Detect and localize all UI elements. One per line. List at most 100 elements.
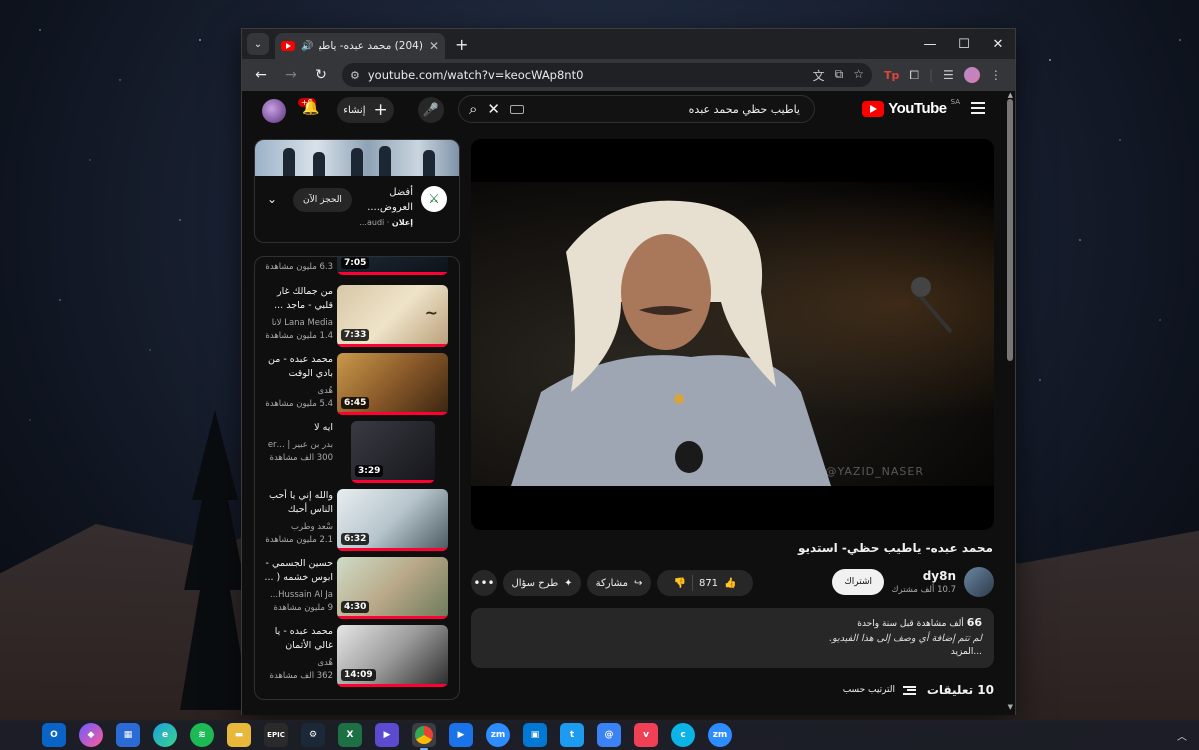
bookmark-star-icon[interactable]: ☆: [853, 67, 864, 84]
twitter-icon[interactable]: t: [560, 723, 584, 747]
rec-item[interactable]: ~ 7:33 من جمالك غار قلبي - ماجد ... Lana…: [255, 285, 459, 349]
more-actions-button[interactable]: •••: [471, 570, 497, 596]
app2-icon[interactable]: ▣: [523, 723, 547, 747]
scroll-down-arrow-icon[interactable]: ▼: [1008, 703, 1013, 711]
search-icon[interactable]: ⌕: [469, 100, 477, 118]
notifications-bell-icon[interactable]: 🔔: [302, 100, 319, 116]
close-window-button[interactable]: ✕: [981, 29, 1015, 59]
app4-icon[interactable]: c: [671, 723, 695, 747]
rec-item[interactable]: 4:30 حسين الجسمي - ابوس خشمه ( ... Hussa…: [255, 557, 459, 621]
page-scrollbar[interactable]: [1007, 99, 1013, 361]
share-button[interactable]: مشاركة ↪: [587, 570, 651, 596]
like-icon[interactable]: 👍: [724, 578, 736, 589]
tray-chevron-up-icon[interactable]: ︿: [1177, 728, 1187, 743]
scroll-up-arrow-icon[interactable]: ▲: [1008, 91, 1013, 99]
extensions-puzzle-icon[interactable]: ⧠: [909, 68, 919, 83]
channel-name[interactable]: dy8n: [923, 569, 956, 583]
recommendations-list: 7:05 6.3 مليون مشاهدة ~ 7:33 من جمالك غا…: [254, 256, 460, 700]
zoom2-icon[interactable]: zm: [708, 723, 732, 747]
channel-avatar[interactable]: [964, 567, 994, 597]
youtube-logo[interactable]: YouTube SA: [862, 98, 960, 117]
extension-tp-icon[interactable]: Tp: [884, 69, 899, 82]
dislike-icon[interactable]: 👎: [674, 578, 686, 589]
rec-thumbnail[interactable]: 6:45: [337, 353, 448, 415]
rec-channel: Lana Media لانا: [271, 318, 333, 328]
ad-card[interactable]: ⚔ أفضل العروض.... إعلان · audi... الحجز …: [254, 139, 460, 243]
epic-icon[interactable]: EPIC: [264, 723, 288, 747]
rec-thumbnail[interactable]: 6:32: [337, 489, 448, 551]
rec-item[interactable]: 7:05 6.3 مليون مشاهدة: [255, 257, 459, 277]
rec-views: 1.4 مليون مشاهدة: [265, 331, 333, 341]
maximize-button[interactable]: ☐: [947, 29, 981, 59]
chrome-icon[interactable]: [412, 723, 436, 750]
voice-search-mic-icon[interactable]: 🎤: [418, 97, 444, 123]
translate-icon[interactable]: 文: [813, 67, 825, 84]
rec-item[interactable]: 3:29 ايه لا بدر بن عبير | ...er 300 ألف …: [255, 421, 459, 485]
store-icon[interactable]: ▦: [116, 723, 140, 747]
youtube-favicon-icon: [281, 41, 295, 51]
messenger-icon[interactable]: ◆: [79, 723, 103, 747]
minimize-button[interactable]: —: [913, 29, 947, 59]
video-player[interactable]: @YAZID_NASER: [471, 139, 994, 530]
tab-search-button[interactable]: ⌄: [247, 33, 269, 55]
sort-comments-button[interactable]: الترتيب حسب: [843, 685, 916, 695]
site-info-icon[interactable]: ⚙: [350, 69, 360, 82]
rec-thumbnail[interactable]: 14:09: [337, 625, 448, 687]
outlook-icon[interactable]: O: [42, 723, 66, 747]
reload-button[interactable]: ↻: [308, 62, 334, 88]
rec-views: 300 ألف مشاهدة: [269, 453, 333, 463]
show-more-link[interactable]: ...المزيد: [483, 647, 982, 657]
subscriber-count: 10.7 ألف مشترك: [891, 585, 957, 595]
ad-banner-image: [255, 140, 459, 176]
like-count[interactable]: 871: [699, 578, 718, 589]
new-tab-button[interactable]: +: [455, 35, 468, 54]
create-label: إنشاء: [343, 104, 366, 116]
clear-search-icon[interactable]: ✕: [487, 100, 500, 118]
address-bar[interactable]: ⚙ youtube.com/watch?v=keocWAp8nt0 文 ⧉ ☆: [342, 63, 872, 87]
tab-youtube[interactable]: 🔊 (204) محمد عبده- ياطيب حظـ ✕: [275, 33, 445, 59]
files-icon[interactable]: ▬: [227, 723, 251, 747]
excel-icon[interactable]: X: [338, 723, 362, 747]
zoom-icon[interactable]: zm: [486, 723, 510, 747]
account-avatar[interactable]: [262, 99, 286, 123]
rec-thumbnail[interactable]: ~ 7:33: [337, 285, 448, 347]
search-input[interactable]: ياطيب حظي محمد عبده: [534, 103, 804, 116]
taskbar: O ◆ ▦ e ≋ ▬ EPIC ⚙ X ▶ ▶ zm ▣ t @ v c zm: [0, 720, 1199, 750]
url-text: youtube.com/watch?v=keocWAp8nt0: [367, 68, 584, 82]
audio-playing-icon[interactable]: 🔊: [301, 41, 313, 52]
profile-avatar-icon[interactable]: [963, 67, 980, 83]
app3-icon[interactable]: @: [597, 723, 621, 747]
rec-item[interactable]: 14:09 محمد عبده - يا غالي الأثمان هُدى 3…: [255, 625, 459, 689]
browser-menu-icon[interactable]: ⋮: [990, 68, 1002, 82]
share-arrow-icon: ↪: [633, 577, 643, 589]
tab-close-icon[interactable]: ✕: [429, 39, 439, 53]
subscribe-button[interactable]: اشتراك: [832, 569, 884, 595]
rec-item[interactable]: 6:32 والله إني يا أحب الناس أحبك سْعد وط…: [255, 489, 459, 553]
chevron-down-icon[interactable]: ⌄: [267, 192, 277, 206]
video-frame[interactable]: @YAZID_NASER: [471, 182, 994, 486]
forward-button[interactable]: →: [278, 62, 304, 88]
edge-icon[interactable]: e: [153, 723, 177, 747]
ask-question-button[interactable]: طرح سؤال ✦: [503, 570, 581, 596]
spotify-icon[interactable]: ≋: [190, 723, 214, 747]
guide-menu-icon[interactable]: [971, 102, 985, 114]
steam-icon[interactable]: ⚙: [301, 723, 325, 747]
install-app-icon[interactable]: ⧉: [835, 67, 844, 84]
pocket-icon[interactable]: v: [634, 723, 658, 747]
files-app-icon[interactable]: ▶: [449, 723, 473, 747]
ad-cta-button[interactable]: الحجز الآن: [293, 188, 352, 212]
media-controls-icon[interactable]: ☰: [943, 68, 954, 82]
create-button[interactable]: إنشاء +: [337, 97, 394, 123]
rec-thumbnail[interactable]: 3:29: [351, 421, 435, 483]
back-button[interactable]: ←: [248, 62, 274, 88]
rec-item[interactable]: 6:45 محمد عبده - من بادي الوقت هُدى 5.4 …: [255, 353, 459, 417]
rec-thumbnail[interactable]: 7:05: [337, 257, 448, 275]
description-box[interactable]: 66 ألف مشاهدة قبل سنة واحدة لم تتم إضافة…: [471, 608, 994, 668]
keyboard-icon[interactable]: [509, 104, 524, 114]
app-icon[interactable]: ▶: [375, 723, 399, 747]
rec-duration: 6:32: [341, 533, 370, 545]
rec-duration: 3:29: [355, 465, 384, 477]
search-box[interactable]: ⌕ ✕ ياطيب حظي محمد عبده: [458, 95, 815, 123]
rec-views: 9 مليون مشاهدة: [273, 603, 333, 613]
rec-thumbnail[interactable]: 4:30: [337, 557, 448, 619]
